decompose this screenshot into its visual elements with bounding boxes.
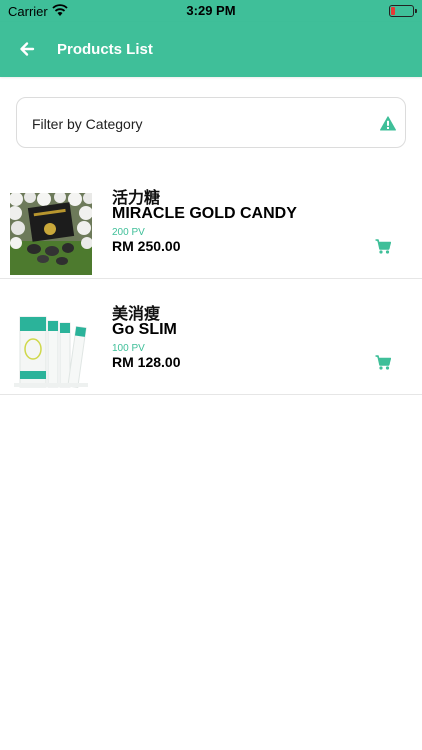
warning-triangle-icon — [380, 116, 396, 131]
add-to-cart-icon[interactable] — [375, 239, 391, 254]
page-title: Products List — [57, 41, 153, 58]
product-name-en: Go SLIM — [112, 321, 177, 338]
product-row[interactable]: 美消瘦 Go SLIM 100 PV RM 128.00 — [0, 279, 422, 395]
product-price: RM 250.00 — [112, 238, 181, 254]
add-to-cart-icon[interactable] — [375, 355, 391, 370]
status-time: 3:29 PM — [186, 3, 236, 18]
product-image-candy — [10, 193, 92, 275]
status-bar: Carrier 3:29 PM — [0, 0, 422, 22]
category-filter-select[interactable]: Filter by Category — [16, 97, 406, 148]
product-price: RM 128.00 — [112, 354, 181, 370]
battery-level — [391, 7, 395, 15]
back-button[interactable] — [15, 38, 39, 60]
product-row[interactable]: 活力糖 MIRACLE GOLD CANDY 200 PV RM 250.00 — [0, 163, 422, 279]
arrow-left-icon — [20, 42, 35, 56]
product-pv: 100 PV — [112, 343, 145, 354]
product-name-en: MIRACLE GOLD CANDY — [112, 205, 297, 222]
product-pv: 200 PV — [112, 227, 145, 238]
nav-bar: Products List — [0, 22, 422, 77]
battery-icon — [389, 5, 417, 17]
filter-label: Filter by Category — [32, 116, 143, 132]
product-image-go-slim — [10, 309, 92, 391]
